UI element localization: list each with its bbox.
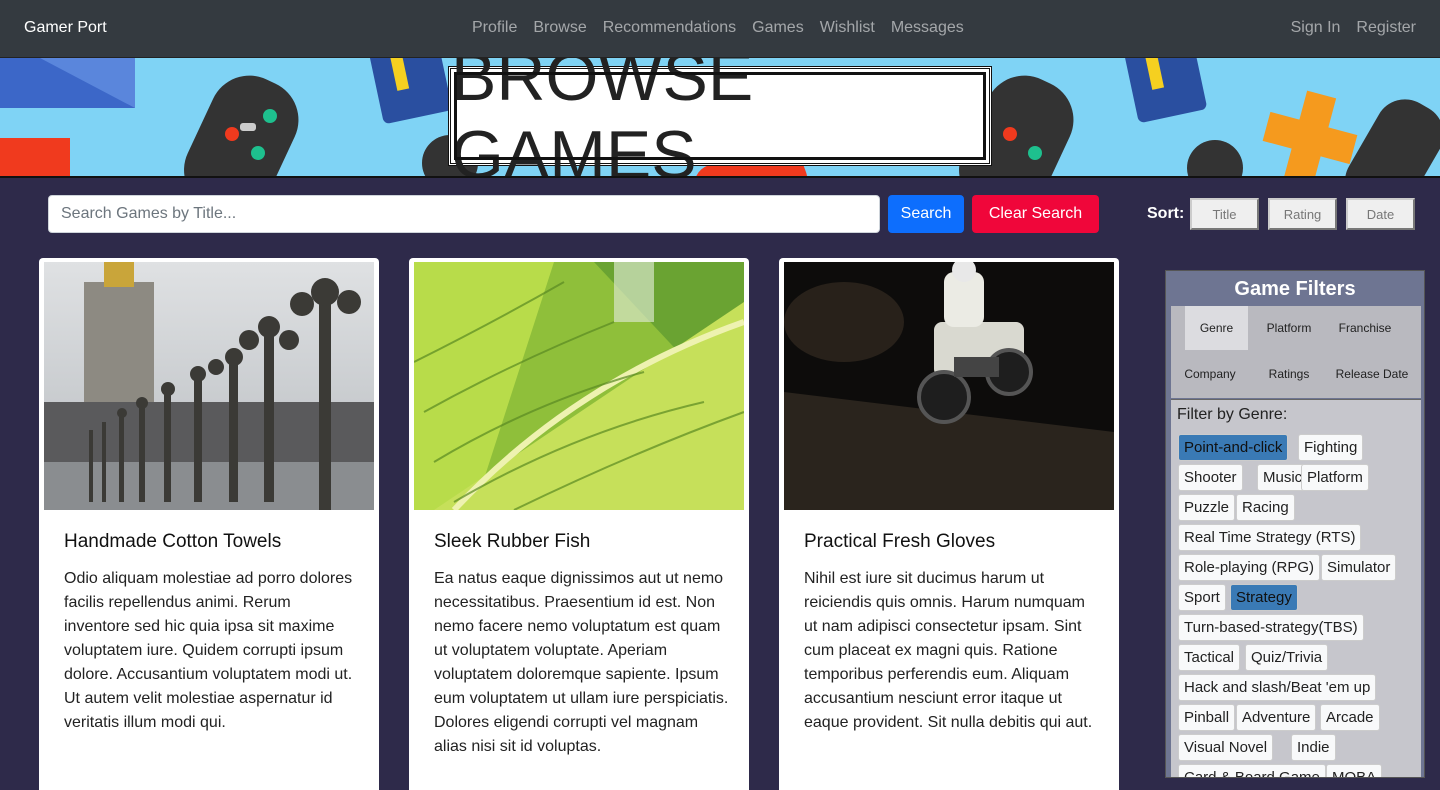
genre-chip[interactable]: Card & Board Game <box>1178 764 1326 777</box>
navbar: Gamer Port Profile Browse Recommendation… <box>0 0 1440 58</box>
genre-chip[interactable]: Sport <box>1178 584 1226 611</box>
genre-chip[interactable]: Role-playing (RPG) <box>1178 554 1321 581</box>
game-filters-panel: Game Filters Genre Platform Franchise Co… <box>1165 270 1425 778</box>
game-title[interactable]: Handmade Cotton Towels <box>64 531 364 553</box>
filters-title: Game Filters <box>1234 278 1356 300</box>
search-input[interactable] <box>48 195 880 233</box>
genre-chip[interactable]: Puzzle <box>1178 494 1236 521</box>
page-title: BROWSE GAMES <box>451 58 754 178</box>
genre-chip[interactable]: Real Time Strategy (RTS) <box>1178 524 1362 551</box>
genre-chip[interactable]: Arcade <box>1320 704 1380 731</box>
nav-link-games[interactable]: Games <box>752 19 804 37</box>
genre-chip[interactable]: Turn-based-strategy(TBS) <box>1178 614 1364 641</box>
genre-chip[interactable]: Hack and slash/Beat 'em up <box>1178 674 1377 701</box>
genre-chip[interactable]: Platform <box>1301 464 1369 491</box>
sort-rating-button[interactable]: Rating <box>1268 198 1337 230</box>
search-button[interactable]: Search <box>888 195 964 233</box>
tab-franchise[interactable]: Franchise <box>1329 306 1401 350</box>
tab-company[interactable]: Company <box>1175 352 1245 396</box>
genre-filter-label: Filter by Genre: <box>1177 406 1288 423</box>
filter-tabs: Genre Platform Franchise Company Ratings… <box>1171 306 1421 398</box>
tab-release-date[interactable]: Release Date <box>1331 352 1413 396</box>
game-image[interactable] <box>784 262 1114 510</box>
game-description: Odio aliquam molestiae ad porro dolores … <box>64 570 353 731</box>
tab-genre[interactable]: Genre <box>1185 306 1248 350</box>
genre-chip[interactable]: Tactical <box>1178 644 1241 671</box>
sort-label: Sort: <box>1147 205 1185 222</box>
genre-chip[interactable]: Racing <box>1236 494 1295 521</box>
genre-chip[interactable]: Pinball <box>1178 704 1236 731</box>
game-card[interactable]: Handmade Cotton Towels Odio aliquam mole… <box>39 258 379 790</box>
hero-banner: BROWSE GAMES <box>0 58 1440 178</box>
game-title[interactable]: Sleek Rubber Fish <box>434 531 734 553</box>
banner-title-box: BROWSE GAMES <box>448 58 992 176</box>
sign-in-link[interactable]: Sign In <box>1291 19 1341 37</box>
genre-chip[interactable]: Strategy <box>1230 584 1298 611</box>
genre-chip[interactable]: Fighting <box>1298 434 1364 461</box>
genre-chip[interactable]: Point-and-click <box>1178 434 1289 461</box>
nav-link-messages[interactable]: Messages <box>891 19 964 37</box>
game-image[interactable] <box>414 262 744 510</box>
clear-search-button[interactable]: Clear Search <box>972 195 1099 233</box>
auth-nav: Sign In Register <box>1291 19 1416 37</box>
sort-title-button[interactable]: Title <box>1190 198 1259 230</box>
game-card[interactable]: Sleek Rubber Fish Ea natus eaque digniss… <box>409 258 749 790</box>
tab-ratings[interactable]: Ratings <box>1253 352 1325 396</box>
nav-link-profile[interactable]: Profile <box>472 19 517 37</box>
genre-chip[interactable]: MOBA <box>1326 764 1383 777</box>
genre-filter-area: Filter by Genre: Point-and-click Fightin… <box>1171 399 1421 777</box>
register-link[interactable]: Register <box>1356 19 1416 37</box>
genre-chip[interactable]: Adventure <box>1236 704 1317 731</box>
genre-chip[interactable]: Simulator <box>1321 554 1397 581</box>
genre-chip[interactable]: Visual Novel <box>1178 734 1274 761</box>
nav-link-wishlist[interactable]: Wishlist <box>820 19 875 37</box>
game-card[interactable]: Practical Fresh Gloves Nihil est iure si… <box>779 258 1119 790</box>
game-description: Nihil est iure sit ducimus harum ut reic… <box>804 570 1093 731</box>
genre-chip[interactable]: Indie <box>1291 734 1336 761</box>
genre-chip[interactable]: Quiz/Trivia <box>1245 644 1329 671</box>
sort-date-button[interactable]: Date <box>1346 198 1415 230</box>
nav-link-recommendations[interactable]: Recommendations <box>603 19 736 37</box>
main-nav: Profile Browse Recommendations Games Wis… <box>472 19 964 37</box>
tab-platform[interactable]: Platform <box>1253 306 1325 350</box>
brand-link[interactable]: Gamer Port <box>24 19 107 37</box>
genre-chip[interactable]: Shooter <box>1178 464 1243 491</box>
game-description: Ea natus eaque dignissimos aut ut nemo n… <box>434 570 729 755</box>
game-image[interactable] <box>44 262 374 510</box>
game-title[interactable]: Practical Fresh Gloves <box>804 531 1104 553</box>
nav-link-browse[interactable]: Browse <box>533 19 586 37</box>
